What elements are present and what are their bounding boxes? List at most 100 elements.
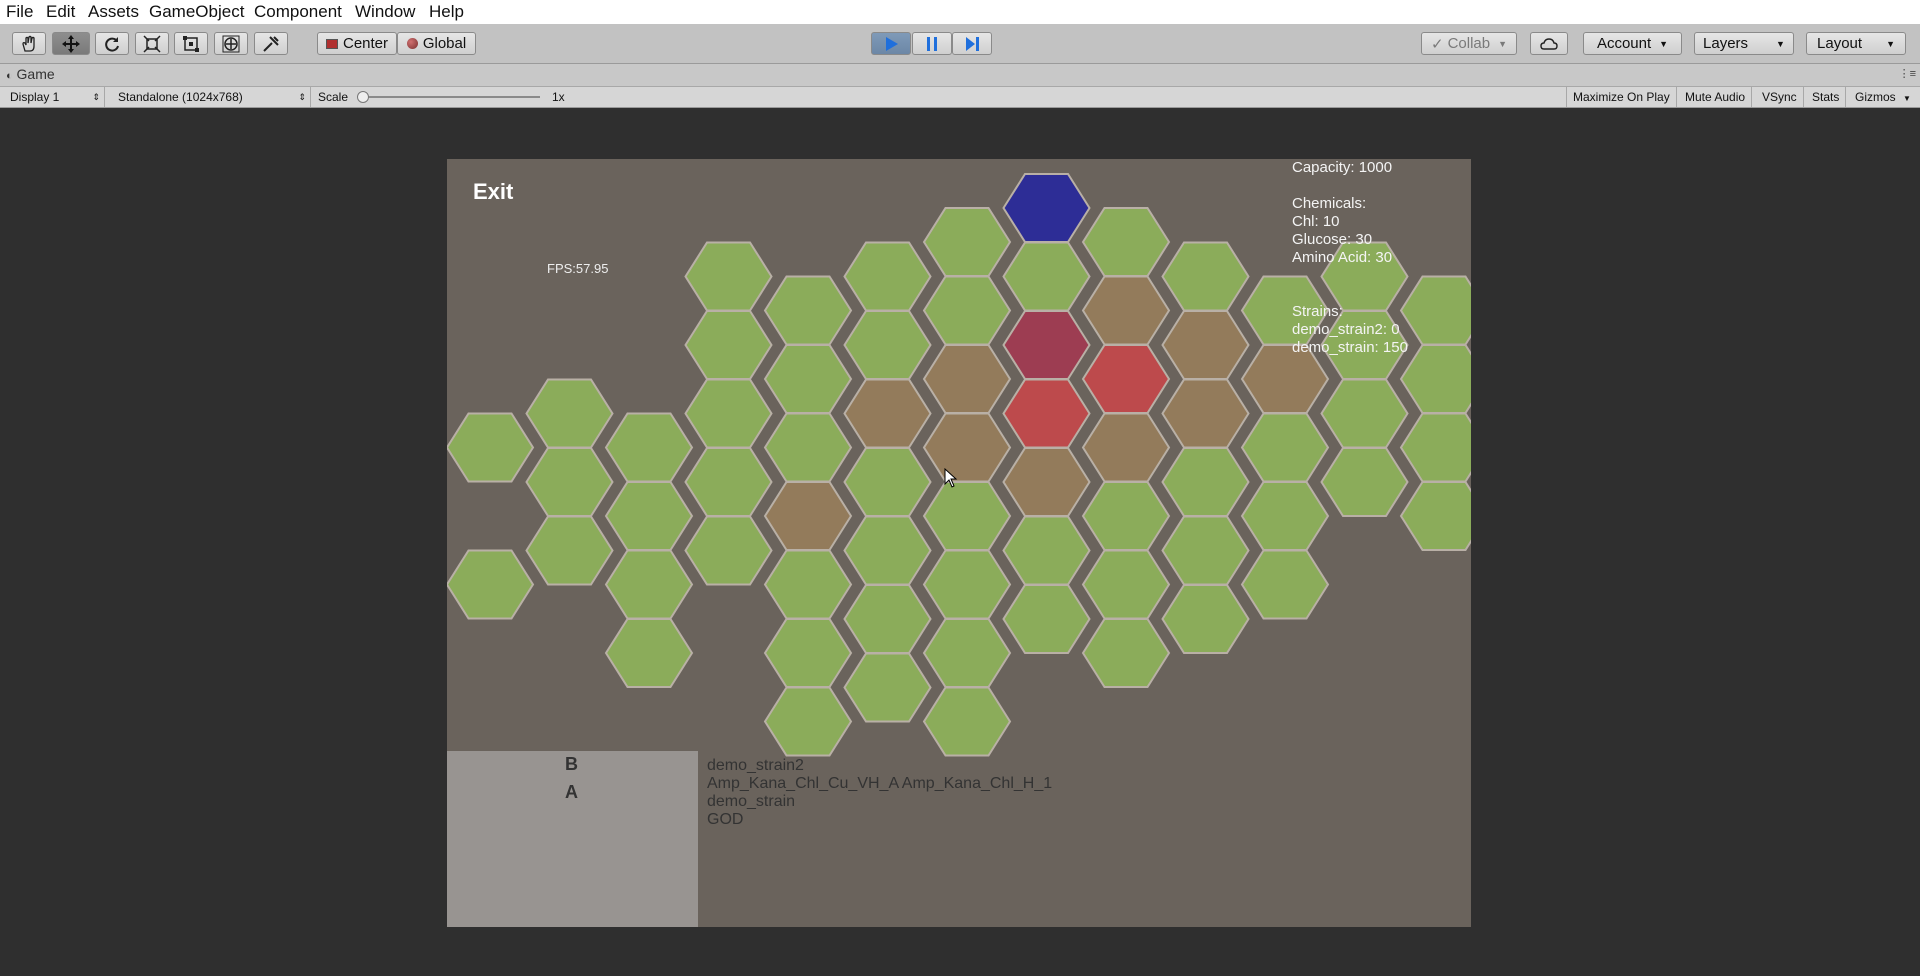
transform-tool-button[interactable] bbox=[214, 32, 248, 55]
hex-cell-green[interactable] bbox=[1240, 481, 1330, 551]
hex-cell-green[interactable] bbox=[763, 275, 853, 346]
hex-cell-green[interactable] bbox=[922, 618, 1012, 688]
hex-cell-green[interactable] bbox=[1161, 241, 1250, 312]
hex-cell-green[interactable] bbox=[763, 686, 853, 757]
hex-cell-green[interactable] bbox=[1081, 618, 1171, 688]
hex-cell-brown[interactable] bbox=[1161, 310, 1250, 380]
menu-component[interactable]: Component bbox=[254, 2, 342, 22]
hex-cell-green[interactable] bbox=[1161, 515, 1250, 586]
hex-cell-red[interactable] bbox=[1081, 344, 1171, 414]
hex-cell-green[interactable] bbox=[843, 515, 932, 586]
hex-cell-red[interactable] bbox=[1002, 378, 1091, 449]
pivot-global-button[interactable]: Global bbox=[397, 32, 476, 55]
vsync-toggle[interactable]: VSync bbox=[1756, 87, 1804, 107]
slider-handle[interactable] bbox=[357, 91, 369, 103]
hex-cell-green[interactable] bbox=[1002, 241, 1091, 312]
hex-cell-green[interactable] bbox=[843, 584, 932, 654]
pause-button[interactable] bbox=[912, 32, 952, 55]
custom-tool-button[interactable] bbox=[254, 32, 288, 55]
hex-cell-blue[interactable] bbox=[1002, 173, 1091, 243]
hex-cell-green[interactable] bbox=[447, 549, 535, 620]
scale-tool-button[interactable] bbox=[135, 32, 169, 55]
hex-cell-purple_red[interactable] bbox=[1002, 310, 1091, 380]
hex-cell-green[interactable] bbox=[1399, 275, 1471, 346]
hex-cell-green[interactable] bbox=[1399, 412, 1471, 483]
hex-cell-green[interactable] bbox=[1161, 584, 1250, 654]
menu-edit[interactable]: Edit bbox=[46, 2, 75, 22]
hex-cell-brown[interactable] bbox=[843, 378, 932, 449]
hex-cell-green[interactable] bbox=[684, 447, 773, 517]
cloud-button[interactable] bbox=[1530, 32, 1568, 55]
stats-toggle[interactable]: Stats bbox=[1806, 87, 1847, 107]
layout-dropdown[interactable]: Layout ▼ bbox=[1806, 32, 1906, 55]
move-tool-button[interactable] bbox=[52, 32, 90, 55]
hex-cell-green[interactable] bbox=[684, 241, 773, 312]
play-button[interactable] bbox=[871, 32, 911, 55]
hex-cell-green[interactable] bbox=[1081, 207, 1171, 277]
hex-cell-brown[interactable] bbox=[1161, 378, 1250, 449]
strain-list-item[interactable]: Amp_Kana_Chl_Cu_VH_A Amp_Kana_Chl_H_1 bbox=[707, 775, 1052, 793]
hex-cell-green[interactable] bbox=[843, 310, 932, 380]
layers-dropdown[interactable]: Layers ▼ bbox=[1694, 32, 1794, 55]
menu-help[interactable]: Help bbox=[429, 2, 464, 22]
strain-list-item[interactable]: demo_strain bbox=[707, 793, 1052, 811]
hex-cell-green[interactable] bbox=[843, 652, 932, 723]
hex-cell-brown[interactable] bbox=[763, 481, 853, 551]
hex-cell-green[interactable] bbox=[763, 549, 853, 620]
hex-cell-green[interactable] bbox=[1002, 584, 1091, 654]
gizmos-dropdown[interactable]: Gizmos ▼ bbox=[1849, 87, 1917, 107]
hex-cell-brown[interactable] bbox=[922, 344, 1012, 414]
hex-cell-green[interactable] bbox=[525, 378, 614, 449]
hex-cell-green[interactable] bbox=[922, 549, 1012, 620]
account-dropdown[interactable]: Account ▼ bbox=[1583, 32, 1682, 55]
hex-cell-green[interactable] bbox=[1320, 447, 1409, 517]
hex-cell-green[interactable] bbox=[604, 549, 694, 620]
menu-file[interactable]: File bbox=[6, 2, 33, 22]
menu-gameobject[interactable]: GameObject bbox=[149, 2, 244, 22]
exit-button[interactable]: Exit bbox=[473, 179, 513, 205]
strain-list-item[interactable]: GOD bbox=[707, 811, 1052, 829]
slot-a[interactable]: A bbox=[565, 782, 578, 803]
display-dropdown[interactable]: Display 1 ⇕ bbox=[0, 87, 105, 107]
hex-cell-green[interactable] bbox=[1240, 549, 1330, 620]
hex-cell-green[interactable] bbox=[525, 515, 614, 586]
scale-slider[interactable] bbox=[356, 87, 544, 107]
hex-cell-green[interactable] bbox=[525, 447, 614, 517]
panel-menu-icon[interactable]: ⋮≡ bbox=[1899, 67, 1916, 80]
hex-cell-green[interactable] bbox=[763, 618, 853, 688]
hex-cell-green[interactable] bbox=[922, 481, 1012, 551]
hex-cell-green[interactable] bbox=[604, 412, 694, 483]
hex-cell-green[interactable] bbox=[684, 515, 773, 586]
hex-cell-green[interactable] bbox=[763, 412, 853, 483]
slot-b[interactable]: B bbox=[565, 754, 578, 775]
step-button[interactable] bbox=[952, 32, 992, 55]
hex-cell-green[interactable] bbox=[684, 378, 773, 449]
hex-cell-brown[interactable] bbox=[1002, 447, 1091, 517]
mute-audio-toggle[interactable]: Mute Audio bbox=[1679, 87, 1753, 107]
hex-cell-brown[interactable] bbox=[1081, 412, 1171, 483]
hex-cell-brown[interactable] bbox=[1081, 275, 1171, 346]
resolution-dropdown[interactable]: Standalone (1024x768) ⇕ bbox=[112, 87, 311, 107]
hex-cell-brown[interactable] bbox=[922, 412, 1012, 483]
collab-dropdown[interactable]: ✓ Collab ▼ bbox=[1421, 32, 1517, 55]
hand-tool-button[interactable] bbox=[12, 32, 46, 55]
game-canvas[interactable]: Exit FPS:57.95 Capacity: 1000 Chemicals:… bbox=[447, 159, 1471, 927]
hex-cell-green[interactable] bbox=[922, 207, 1012, 277]
hex-cell-green[interactable] bbox=[684, 310, 773, 380]
hex-cell-green[interactable] bbox=[1240, 412, 1330, 483]
hex-cell-green[interactable] bbox=[843, 241, 932, 312]
hex-cell-green[interactable] bbox=[604, 618, 694, 688]
hex-cell-green[interactable] bbox=[763, 344, 853, 414]
hex-cell-green[interactable] bbox=[1002, 515, 1091, 586]
hex-cell-green[interactable] bbox=[1399, 344, 1471, 414]
hex-cell-green[interactable] bbox=[1320, 378, 1409, 449]
rotate-tool-button[interactable] bbox=[95, 32, 129, 55]
menu-window[interactable]: Window bbox=[355, 2, 415, 22]
hex-cell-green[interactable] bbox=[604, 481, 694, 551]
hex-cell-green[interactable] bbox=[1081, 481, 1171, 551]
hex-cell-green[interactable] bbox=[843, 447, 932, 517]
strain-list-item[interactable]: demo_strain2 bbox=[707, 757, 1052, 775]
hex-cell-green[interactable] bbox=[1161, 447, 1250, 517]
pivot-center-button[interactable]: Center bbox=[317, 32, 397, 55]
hex-cell-green[interactable] bbox=[1081, 549, 1171, 620]
